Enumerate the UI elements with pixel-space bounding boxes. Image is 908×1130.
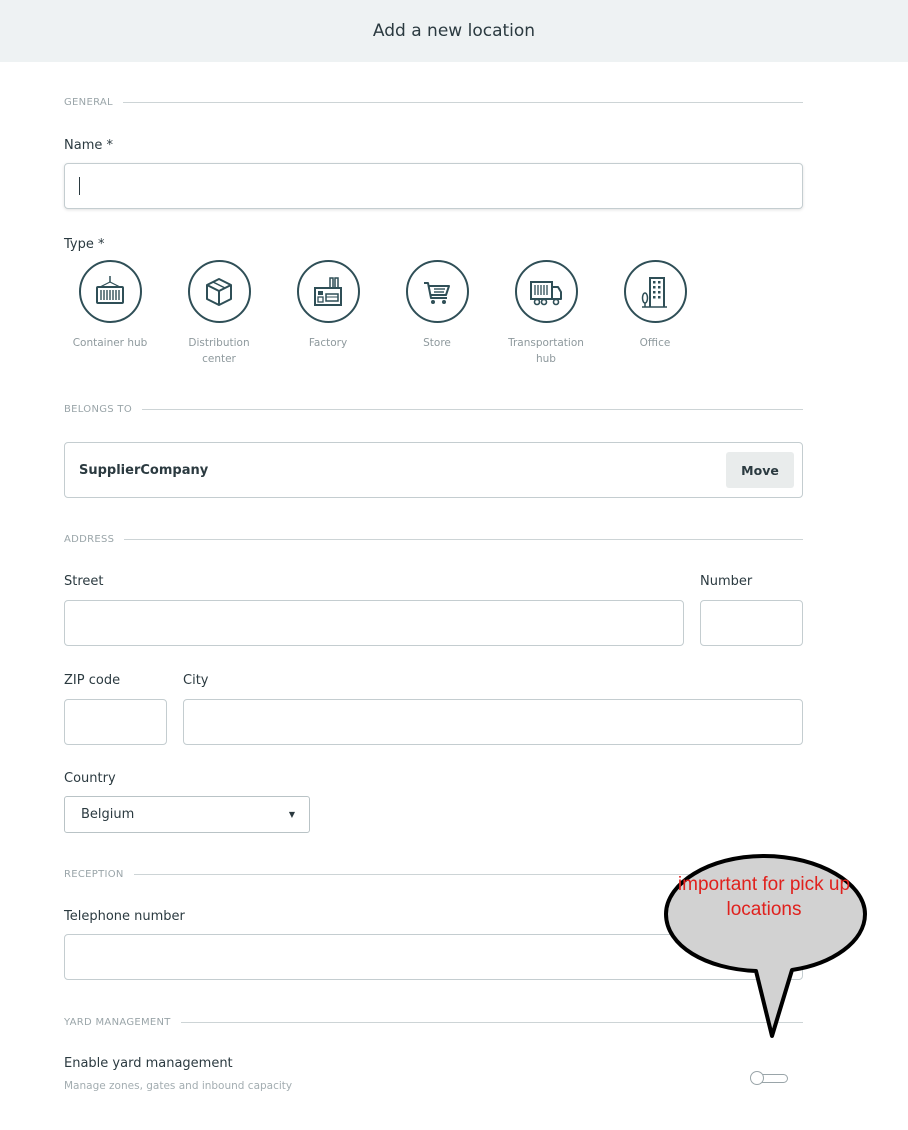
truck-icon: [514, 260, 578, 323]
section-belongs-to: BELONGS TO: [64, 402, 803, 416]
dialog-header: Add a new location: [0, 0, 908, 62]
section-address-label: ADDRESS: [64, 533, 115, 545]
name-label: Name *: [64, 138, 113, 153]
type-option-label: Transportation hub: [508, 337, 584, 365]
city-label: City: [183, 673, 209, 688]
enable-yard-label: Enable yard management: [64, 1056, 233, 1071]
telephone-label: Telephone number: [64, 909, 185, 924]
type-option-label: Factory: [308, 337, 348, 349]
type-option-office[interactable]: Office: [609, 260, 701, 351]
type-option-distribution-center[interactable]: Distribution center: [173, 260, 265, 367]
callout-text: important for pick up locations: [677, 874, 851, 920]
section-divider: [122, 101, 803, 103]
container-icon: [78, 260, 142, 323]
country-label: Country: [64, 771, 116, 786]
street-label: Street: [64, 574, 104, 589]
section-divider: [142, 408, 803, 410]
section-general-label: GENERAL: [64, 96, 113, 108]
country-select[interactable]: Belgium ▼: [64, 796, 310, 833]
office-building-icon: [623, 260, 687, 323]
number-label: Number: [700, 574, 753, 589]
section-general: GENERAL: [64, 95, 803, 109]
text-cursor: [79, 177, 80, 195]
type-option-container-hub[interactable]: Container hub: [64, 260, 156, 351]
section-yard-label: YARD MANAGEMENT: [64, 1016, 171, 1028]
type-option-label: Container hub: [72, 337, 148, 349]
type-option-label: Distribution center: [188, 337, 250, 365]
zip-label: ZIP code: [64, 673, 121, 688]
type-option-store[interactable]: Store: [391, 260, 483, 351]
section-address: ADDRESS: [64, 532, 803, 546]
type-option-factory[interactable]: Factory: [282, 260, 374, 351]
zip-input[interactable]: [64, 699, 167, 745]
dialog-title: Add a new location: [372, 21, 536, 41]
street-input[interactable]: [64, 600, 684, 646]
city-input[interactable]: [183, 699, 803, 745]
name-input[interactable]: [64, 163, 803, 209]
box-icon: [187, 260, 251, 323]
number-input[interactable]: [700, 600, 803, 646]
yard-management-toggle[interactable]: [750, 1071, 788, 1085]
section-divider: [124, 538, 803, 540]
cart-icon: [405, 260, 469, 323]
section-reception-label: RECEPTION: [64, 868, 124, 880]
section-belongs-to-label: BELONGS TO: [64, 403, 132, 415]
country-value: Belgium: [81, 807, 135, 822]
toggle-knob: [750, 1071, 764, 1085]
type-option-label: Office: [639, 337, 671, 349]
factory-icon: [296, 260, 360, 323]
caret-down-icon: ▼: [288, 810, 295, 819]
move-button[interactable]: Move: [726, 452, 794, 488]
type-option-transportation-hub[interactable]: Transportation hub: [500, 260, 592, 367]
yard-description: Manage zones, gates and inbound capacity: [64, 1080, 293, 1092]
type-option-label: Store: [423, 337, 451, 349]
type-label: Type *: [64, 237, 105, 252]
belongs-to-box: SupplierCompany Move: [64, 442, 803, 498]
company-name: SupplierCompany: [79, 462, 209, 478]
